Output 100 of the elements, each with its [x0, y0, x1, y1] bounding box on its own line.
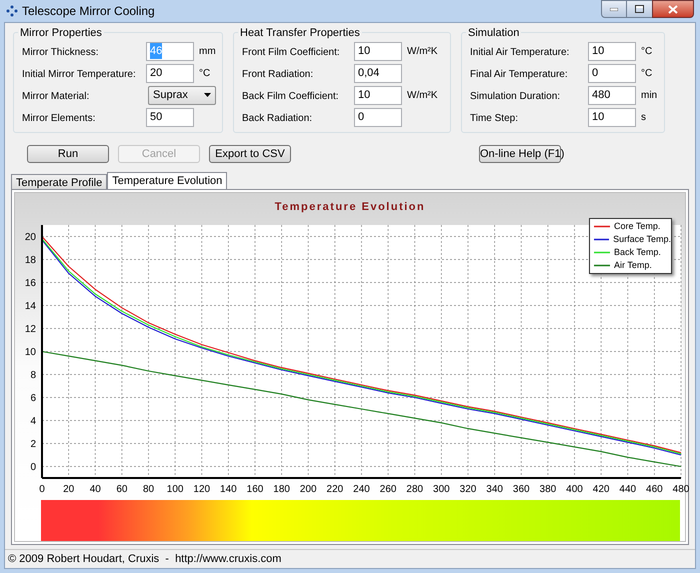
x-tick-label: 160 — [246, 484, 264, 494]
input-field[interactable]: 50 — [146, 108, 194, 126]
legend-label: Surface Temp. — [613, 232, 671, 246]
unit-label: °C — [199, 66, 210, 80]
field-value: 10 — [592, 44, 604, 59]
legend-label: Air Temp. — [614, 258, 652, 272]
maximize-icon — [635, 5, 644, 13]
input-field[interactable]: 20 — [146, 64, 194, 82]
input-field[interactable]: 10 — [354, 42, 402, 60]
x-tick-label: 140 — [220, 484, 237, 494]
field-value: 10 — [358, 44, 370, 59]
group-title: Mirror Properties — [18, 25, 104, 42]
minimize-icon — [610, 8, 618, 10]
x-tick-label: 300 — [433, 484, 450, 494]
field-value: 0 — [592, 66, 598, 81]
field-value: 480 — [592, 88, 610, 103]
field-label: Back Radiation: — [242, 113, 312, 124]
x-tick-label: 180 — [273, 484, 290, 494]
y-tick-label: 0 — [30, 462, 36, 472]
x-tick-label: 380 — [540, 484, 556, 494]
field-label: Mirror Material: — [22, 91, 90, 102]
legend-line-icon — [594, 264, 610, 267]
legend-line-icon — [594, 225, 610, 228]
unit-label: min — [641, 88, 658, 102]
input-field[interactable]: 0,04 — [354, 64, 402, 82]
x-tick-label: 360 — [512, 484, 530, 494]
x-tick-label: 80 — [142, 484, 154, 494]
status-text: © 2009 Robert Houdart, Cruxis - http://www.cruxis.com — [8, 552, 282, 567]
input-field[interactable]: 10 — [588, 42, 636, 60]
field-label: Front Radiation: — [242, 69, 314, 80]
material-dropdown[interactable]: Suprax — [148, 86, 216, 104]
x-tick-label: 120 — [193, 484, 210, 494]
field-value: 0,04 — [358, 66, 380, 81]
x-tick-label: 0 — [39, 484, 45, 494]
x-tick-label: 480 — [672, 484, 689, 494]
y-tick-label: 8 — [30, 370, 36, 380]
group-title: Heat Transfer Properties — [238, 25, 362, 42]
y-tick-label: 16 — [24, 278, 36, 288]
field-label: Mirror Thickness: — [22, 47, 98, 58]
tab[interactable]: Temperature Evolution — [107, 172, 228, 189]
x-tick-label: 460 — [646, 484, 663, 494]
selected-option: Suprax — [153, 86, 188, 104]
action-button[interactable]: Export to CSV — [209, 145, 291, 163]
x-tick-label: 220 — [326, 484, 344, 494]
app-icon — [6, 5, 18, 17]
x-tick-label: 280 — [406, 484, 424, 494]
close-button[interactable] — [652, 0, 694, 18]
x-tick-label: 200 — [300, 484, 317, 494]
field-value: 50 — [150, 110, 162, 125]
unit-label: s — [641, 110, 646, 124]
field-value: 10 — [358, 88, 370, 103]
maximize-button[interactable] — [627, 0, 652, 18]
input-field[interactable]: 10 — [588, 108, 636, 126]
x-tick-label: 240 — [353, 484, 370, 494]
y-tick-label: 2 — [30, 438, 36, 450]
field-label: Final Air Temperature: — [470, 69, 568, 80]
unit-label: W/m²K — [407, 44, 438, 58]
x-tick-label: 340 — [486, 484, 503, 494]
field-label: Time Step: — [470, 113, 518, 124]
caret-icon — [204, 93, 211, 97]
x-tick-label: 20 — [63, 484, 74, 494]
x-tick-label: 60 — [116, 484, 128, 494]
field-label: Initial Air Temperature: — [470, 47, 570, 58]
input-field[interactable]: 0 — [354, 108, 402, 126]
y-tick-label: 18 — [24, 254, 36, 266]
y-tick-label: 14 — [24, 300, 36, 312]
unit-label: W/m²K — [407, 88, 438, 102]
x-tick-label: 100 — [166, 484, 184, 494]
action-button[interactable]: Run — [27, 145, 109, 163]
field-label: Initial Mirror Temperature: — [22, 69, 136, 80]
minimize-button[interactable] — [601, 0, 627, 18]
x-tick-label: 440 — [619, 484, 636, 494]
y-tick-label: 4 — [30, 416, 36, 426]
x-tick-label: 320 — [460, 484, 476, 494]
legend-label: Back Temp. — [614, 246, 661, 259]
field-value: 20 — [150, 66, 162, 81]
input-field[interactable]: 10 — [354, 86, 402, 104]
unit-label: °C — [641, 44, 652, 58]
field-label: Back Film Coefficient: — [242, 91, 339, 102]
unit-label: mm — [199, 44, 216, 58]
unit-label: °C — [641, 66, 652, 80]
tab[interactable]: Temperate Profile — [11, 174, 108, 189]
x-tick-label: 40 — [90, 484, 101, 494]
field-value: 0 — [358, 110, 364, 125]
field-value: 10 — [592, 110, 604, 125]
y-tick-label: 10 — [24, 346, 36, 358]
close-icon — [668, 4, 678, 14]
field-label: Front Film Coefficient: — [242, 47, 340, 58]
y-tick-label: 12 — [24, 324, 36, 334]
chart-title: Temperature Evolution — [274, 200, 426, 215]
y-tick-label: 6 — [30, 392, 36, 404]
y-tick-label: 20 — [24, 232, 36, 242]
input-field[interactable]: 0 — [588, 64, 636, 82]
window-title: Telescope Mirror Cooling — [22, 3, 155, 20]
legend-label: Core Temp. — [614, 220, 660, 233]
legend-line-icon — [594, 238, 610, 241]
x-tick-label: 420 — [592, 484, 610, 494]
legend-line-icon — [594, 251, 610, 254]
field-label: Mirror Elements: — [22, 113, 96, 124]
input-field[interactable]: 480 — [588, 86, 636, 104]
